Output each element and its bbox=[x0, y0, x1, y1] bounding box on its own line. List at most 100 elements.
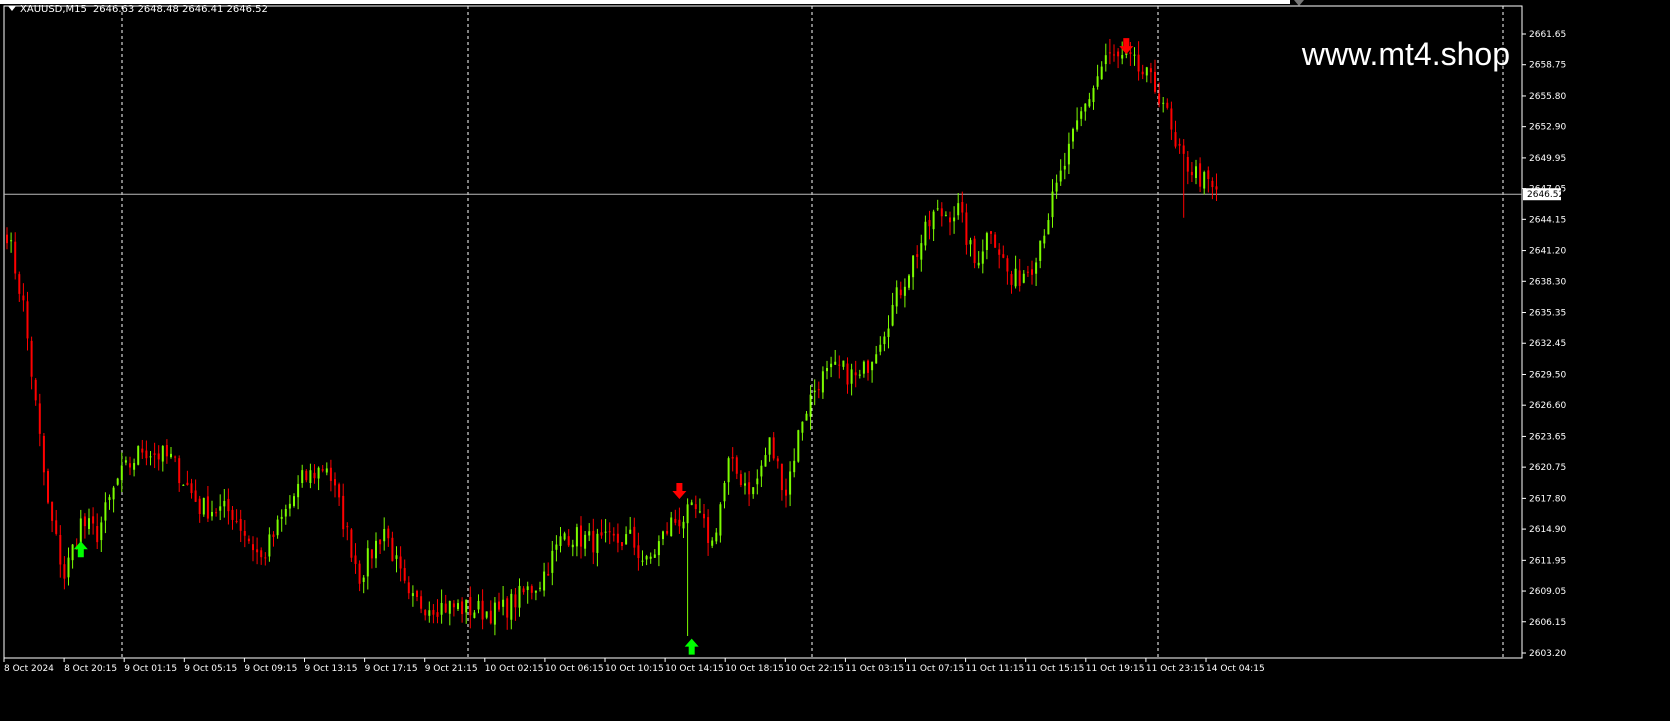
candle bbox=[297, 475, 300, 510]
candle bbox=[920, 234, 923, 272]
candle bbox=[194, 479, 197, 503]
time-tick-label: 9 Oct 17:15 bbox=[365, 664, 418, 674]
candle bbox=[981, 239, 984, 274]
candle bbox=[485, 611, 488, 620]
candle bbox=[227, 488, 230, 525]
candle bbox=[555, 535, 558, 562]
price-tick: 2606.15 bbox=[1522, 618, 1566, 628]
candle bbox=[760, 460, 763, 488]
candle bbox=[1014, 255, 1017, 289]
time-tick: 8 Oct 20:15 bbox=[63, 658, 117, 674]
candle bbox=[809, 385, 812, 430]
candle bbox=[215, 508, 218, 517]
candle bbox=[1063, 152, 1066, 180]
chart-area[interactable]: 2661.652658.752655.802652.902649.952647.… bbox=[0, 0, 1670, 721]
plot-border bbox=[3, 5, 1523, 659]
candle bbox=[530, 584, 533, 600]
collapse-triangle-icon[interactable] bbox=[8, 6, 16, 11]
candle bbox=[973, 235, 976, 269]
candle bbox=[1211, 177, 1214, 200]
candle bbox=[686, 498, 689, 637]
candle bbox=[744, 472, 746, 495]
time-tick: 9 Oct 01:15 bbox=[123, 658, 177, 674]
price-tick: 2644.15 bbox=[1522, 215, 1566, 225]
candle bbox=[165, 439, 168, 464]
candle bbox=[280, 509, 283, 532]
time-tick-label: 9 Oct 01:15 bbox=[124, 664, 177, 674]
candle bbox=[727, 456, 730, 495]
price-tick: 2611.95 bbox=[1522, 556, 1566, 566]
candle bbox=[383, 517, 386, 551]
watermark: www.mt4.shop bbox=[1301, 36, 1510, 72]
price-tick-label: 2649.95 bbox=[1529, 154, 1566, 164]
candle bbox=[444, 594, 447, 614]
price-tick: 2609.05 bbox=[1522, 587, 1566, 597]
candle bbox=[887, 315, 890, 349]
candle bbox=[399, 546, 402, 582]
candle bbox=[1006, 255, 1009, 285]
candle bbox=[633, 517, 636, 556]
candle bbox=[604, 518, 607, 543]
candle bbox=[838, 355, 841, 379]
candle bbox=[1072, 127, 1074, 149]
candle bbox=[325, 462, 328, 476]
time-tick-label: 10 Oct 06:15 bbox=[545, 664, 604, 674]
candle bbox=[805, 410, 808, 421]
candle bbox=[764, 447, 767, 467]
time-tick-label: 9 Oct 05:15 bbox=[184, 664, 237, 674]
candle bbox=[1092, 85, 1095, 110]
time-tick: 11 Oct 03:15 bbox=[844, 658, 904, 674]
candle bbox=[1215, 173, 1218, 201]
candle bbox=[145, 440, 148, 466]
time-tick: 11 Oct 07:15 bbox=[905, 658, 964, 674]
candle bbox=[944, 211, 947, 217]
candle bbox=[612, 527, 615, 542]
signals-layer bbox=[73, 38, 1134, 655]
candle bbox=[547, 562, 550, 576]
candle bbox=[71, 543, 74, 569]
price-tick: 2641.20 bbox=[1522, 247, 1566, 257]
candle bbox=[1010, 270, 1013, 294]
candle bbox=[170, 447, 172, 459]
time-tick-label: 10 Oct 18:15 bbox=[725, 664, 784, 674]
candle bbox=[108, 494, 111, 510]
candle bbox=[502, 586, 505, 616]
price-tick: 2632.45 bbox=[1522, 339, 1566, 349]
candle bbox=[575, 523, 578, 557]
candle bbox=[420, 590, 423, 614]
candle bbox=[1203, 170, 1206, 195]
candle bbox=[592, 518, 595, 565]
candle bbox=[756, 469, 759, 495]
candle bbox=[1039, 240, 1042, 269]
candle bbox=[1137, 41, 1140, 81]
candle bbox=[235, 509, 238, 524]
time-tick-label: 10 Oct 10:15 bbox=[605, 664, 664, 674]
candle bbox=[137, 445, 140, 466]
candle bbox=[334, 472, 336, 498]
candle bbox=[469, 586, 472, 629]
candle bbox=[161, 445, 164, 472]
candle bbox=[481, 589, 484, 630]
candle bbox=[645, 554, 648, 566]
candle bbox=[748, 471, 751, 507]
time-tick: 11 Oct 23:15 bbox=[1145, 658, 1205, 674]
candle bbox=[1080, 106, 1083, 127]
shift-marker-icon[interactable] bbox=[1294, 0, 1304, 6]
candle bbox=[998, 243, 1001, 269]
candle bbox=[985, 231, 988, 260]
candle bbox=[752, 487, 755, 499]
candle bbox=[653, 549, 656, 559]
candle bbox=[1129, 41, 1132, 66]
time-tick-label: 11 Oct 19:15 bbox=[1086, 664, 1145, 674]
candle bbox=[387, 525, 390, 547]
time-tick-label: 14 Oct 04:15 bbox=[1206, 664, 1265, 674]
candle bbox=[1035, 257, 1038, 286]
price-tick-label: 2632.45 bbox=[1529, 339, 1566, 349]
candle bbox=[1059, 159, 1062, 186]
price-tick: 2614.90 bbox=[1522, 525, 1566, 535]
candle bbox=[526, 581, 529, 604]
price-tick-label: 2609.05 bbox=[1529, 587, 1566, 597]
candle bbox=[329, 459, 332, 492]
candle bbox=[198, 495, 201, 523]
time-tick-label: 9 Oct 09:15 bbox=[244, 664, 297, 674]
